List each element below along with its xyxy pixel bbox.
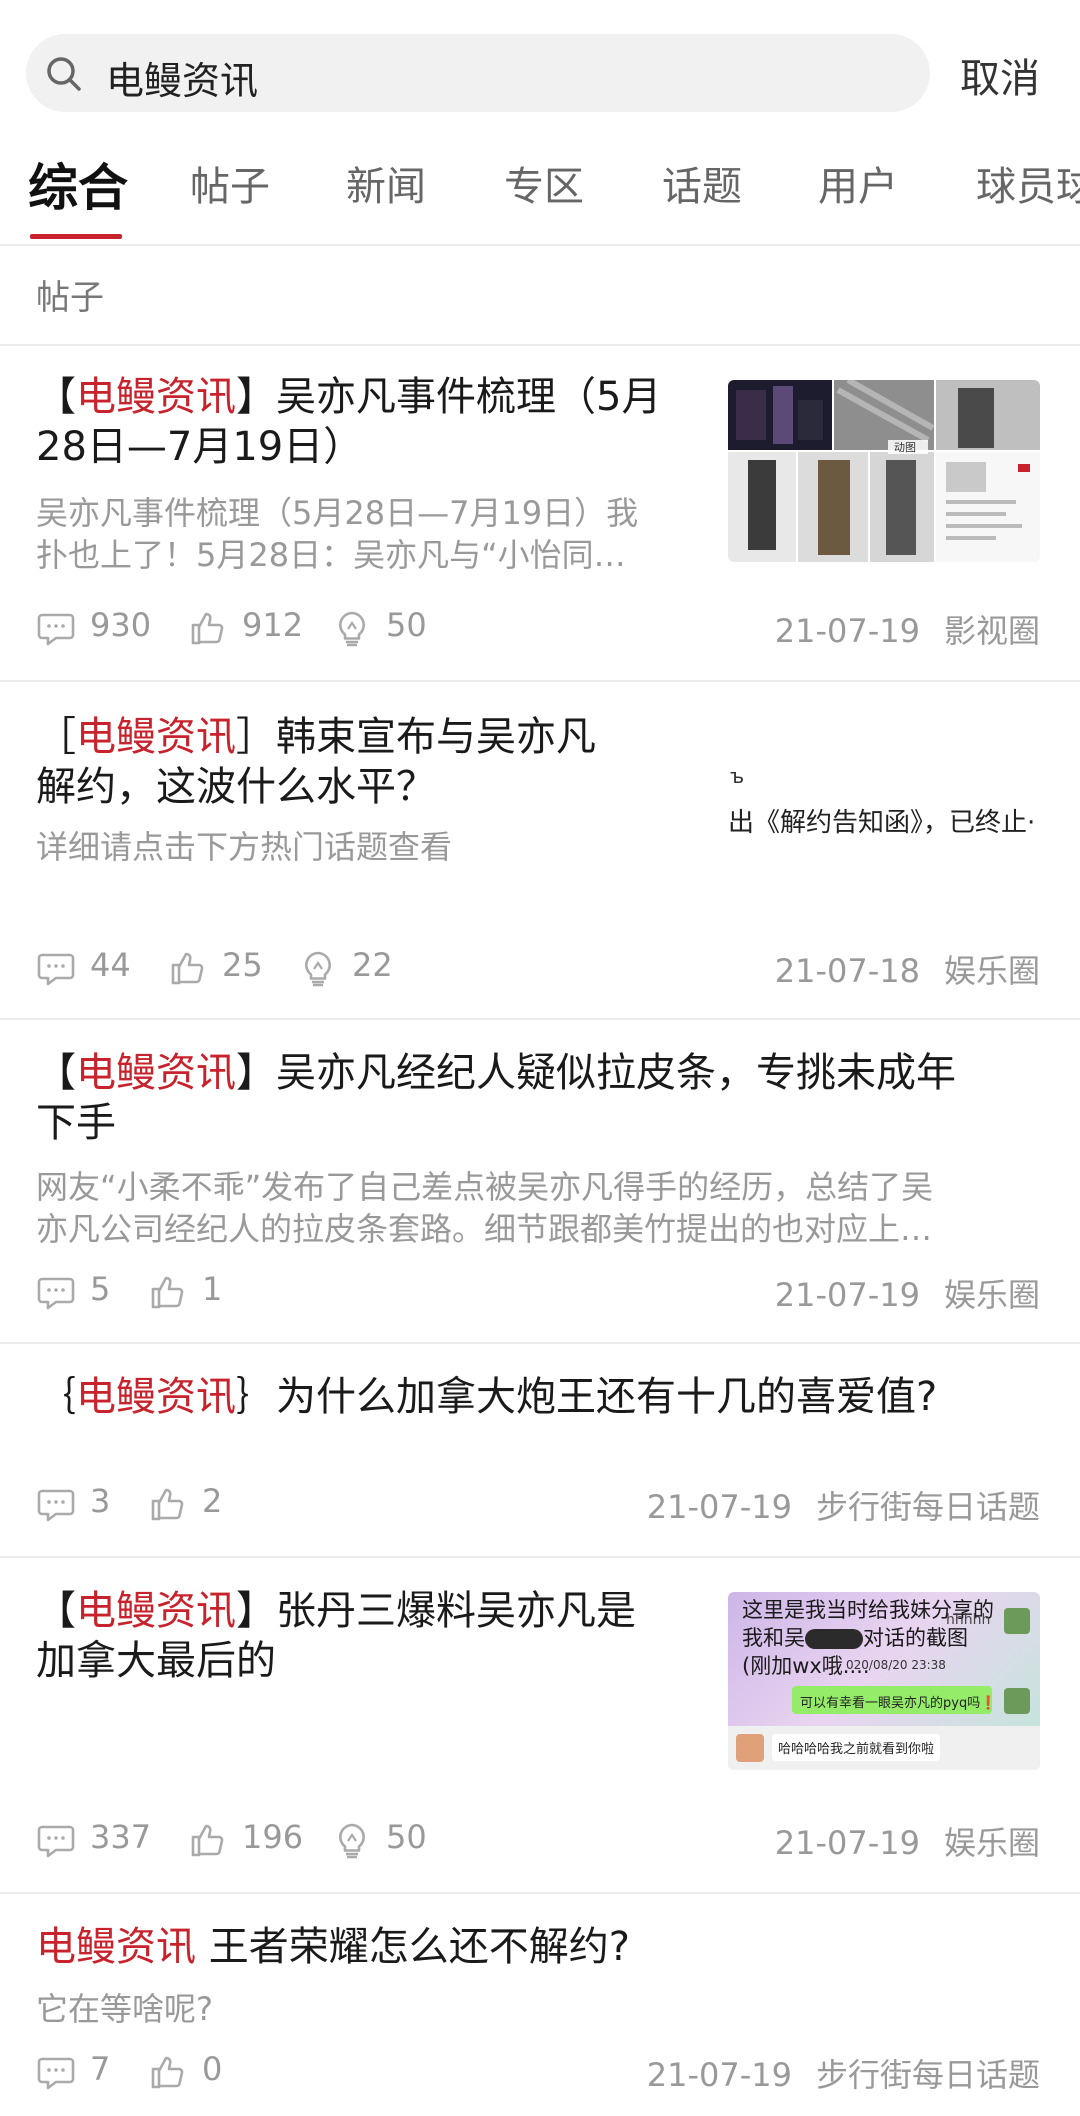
tab-topics[interactable]: 话题 — [662, 154, 742, 212]
comment-icon — [36, 1272, 76, 1312]
post-tag: 电鳗资讯 — [76, 374, 236, 420]
post-title: ｛电鳗资讯｝为什么加拿大炮王还有十几的喜爱值? — [36, 1374, 938, 1420]
post-item[interactable]: 【电鳗资讯】张丹三爆料吴亦凡是 加拿大最后的 这里是我当时给我妹分享的 我和吴对… — [0, 1558, 1080, 1894]
post-tag: 电鳗资讯 — [76, 1050, 236, 1096]
post-date: 21-07-19 — [774, 1276, 920, 1314]
post-meta: 21-07-19 影视圈 — [775, 606, 1040, 652]
post-tag: 电鳗资讯 — [76, 1374, 236, 1420]
post-circle: 娱乐圈 — [943, 1824, 1040, 1862]
cancel-button[interactable]: 取消 — [960, 46, 1040, 104]
comment-icon — [36, 608, 76, 648]
post-excerpt: 吴亦凡事件梳理（5月28日—7月19日）我 扑也上了！5月28日：吴亦凡与“小怡同… — [36, 494, 639, 574]
post-stats: 3 2 — [36, 1480, 336, 1524]
post-stats: 5 1 — [36, 1268, 336, 1312]
post-stats: 337 196 50 — [36, 1816, 436, 1860]
post-excerpt: 网友“小柔不乖”发布了自己差点被吴亦凡得手的经历，总结了吴 亦凡公司经纪人的拉皮条… — [36, 1168, 934, 1248]
post-thumbnail[interactable]: 这里是我当时给我妹分享的 我和吴 对话的截图 (刚加wx哦.... hhhhh 0… — [728, 1592, 1040, 1770]
post-date: 21-07-19 — [646, 1488, 792, 1526]
post-date: 21-07-18 — [774, 952, 920, 990]
post-date: 21-07-19 — [646, 2056, 792, 2094]
section-title: 帖子 — [36, 278, 104, 318]
search-icon — [47, 57, 81, 91]
post-title: 【电鳗资讯】吴亦凡经纪人疑似拉皮条，专挑未成年 下手 — [36, 1050, 956, 1146]
comment-icon — [36, 1484, 76, 1524]
post-stats: 930 912 50 — [36, 604, 436, 648]
post-circle: 步行街每日话题 — [815, 1488, 1040, 1526]
post-excerpt: 详细请点击下方热门话题查看 — [36, 828, 453, 866]
active-tab-indicator — [30, 234, 122, 239]
search-query: 电鳗资讯 — [106, 59, 259, 103]
tab-bar: 综合 帖子 新闻 专区 话题 用户 球员球 — [0, 148, 1080, 246]
tab-zone[interactable]: 专区 — [504, 154, 584, 212]
avatar — [736, 1734, 764, 1762]
chat-bubble: 可以有幸看一眼吴亦凡的pyq吗❗ — [792, 1686, 996, 1714]
post-date: 21-07-19 — [774, 1824, 920, 1862]
tab-posts[interactable]: 帖子 — [190, 154, 270, 212]
post-title: ［电鳗资讯］韩束宣布与吴亦凡 解约，这波什么水平？ — [36, 714, 596, 810]
post-circle: 娱乐圈 — [943, 1276, 1040, 1314]
post-tag: 电鳗资讯 — [76, 714, 236, 760]
comment-icon — [36, 2052, 76, 2092]
thumb-text: 出《解约告知函》，已终止· — [728, 808, 1036, 838]
chat-reply-row: 哈哈哈哈我之前就看到你啦 — [728, 1726, 1040, 1770]
post-thumbnail[interactable]: ъ 出《解约告知函》，已终止· — [728, 754, 1040, 874]
post-tag: 电鳗资讯 — [76, 1588, 236, 1634]
post-circle: 步行街每日话题 — [815, 2056, 1040, 2094]
post-item[interactable]: ｛电鳗资讯｝为什么加拿大炮王还有十几的喜爱值? 3 2 21-07-19 步行街每… — [0, 1344, 1080, 1558]
post-stats: 7 0 — [36, 2048, 336, 2092]
post-item[interactable]: 电鳗资讯 王者荣耀怎么还不解约? 它在等啥呢? 7 0 21-07-19 步行街每… — [0, 1894, 1080, 2116]
post-thumbnail[interactable]: 动图 — [728, 380, 1040, 562]
search-input[interactable]: 电鳗资讯 — [26, 34, 930, 112]
post-title: 【电鳗资讯】张丹三爆料吴亦凡是 加拿大最后的 — [36, 1588, 636, 1684]
post-meta: 21-07-19 步行街每日话题 — [647, 1482, 1040, 1528]
post-tag: 电鳗资讯 — [36, 1924, 196, 1970]
thumbs-up-icon — [188, 1820, 228, 1860]
lightbulb-icon — [332, 1820, 372, 1860]
thumbs-up-icon — [168, 948, 208, 988]
thumbs-up-icon — [148, 2052, 188, 2092]
thumb-mark: ъ — [730, 764, 745, 788]
tab-news[interactable]: 新闻 — [346, 154, 426, 212]
post-circle: 影视圈 — [943, 612, 1040, 650]
post-stats: 44 25 22 — [36, 944, 436, 988]
lightbulb-icon — [298, 948, 338, 988]
thumbs-up-icon — [188, 608, 228, 648]
chat-hhh: hhhhh — [946, 1612, 991, 1628]
post-circle: 娱乐圈 — [943, 952, 1040, 990]
tab-all[interactable]: 综合 — [28, 148, 128, 220]
tab-users[interactable]: 用户 — [818, 154, 898, 212]
thumbs-up-icon — [148, 1484, 188, 1524]
post-item[interactable]: 【电鳗资讯】吴亦凡事件梳理（5月 28日—7月19日） 吴亦凡事件梳理（5月28… — [0, 346, 1080, 682]
post-meta: 21-07-19 步行街每日话题 — [647, 2050, 1040, 2096]
avatar — [1004, 1688, 1030, 1714]
post-title: 电鳗资讯 王者荣耀怎么还不解约? — [36, 1924, 630, 1970]
lightbulb-icon — [332, 608, 372, 648]
thumb-label: 动图 — [894, 441, 916, 454]
comment-icon — [36, 1820, 76, 1860]
comment-icon — [36, 948, 76, 988]
post-date: 21-07-19 — [774, 612, 920, 650]
post-meta: 21-07-19 娱乐圈 — [775, 1270, 1040, 1316]
thumbs-up-icon — [148, 1272, 188, 1312]
post-meta: 21-07-18 娱乐圈 — [775, 946, 1040, 992]
top-bar: 电鳗资讯 取消 — [0, 0, 1080, 148]
avatar — [1004, 1608, 1030, 1634]
post-meta: 21-07-19 娱乐圈 — [775, 1818, 1040, 1864]
tab-players[interactable]: 球员球 — [976, 154, 1080, 212]
post-excerpt: 它在等啥呢? — [36, 1990, 213, 2028]
chat-timestamp: 020/08/20 23:38 — [846, 1658, 946, 1672]
post-item[interactable]: 【电鳗资讯】吴亦凡经纪人疑似拉皮条，专挑未成年 下手 网友“小柔不乖”发布了自己… — [0, 1020, 1080, 1344]
post-title: 【电鳗资讯】吴亦凡事件梳理（5月 28日—7月19日） — [36, 374, 662, 470]
post-item[interactable]: ［电鳗资讯］韩束宣布与吴亦凡 解约，这波什么水平？ 详细请点击下方热门话题查看 … — [0, 682, 1080, 1020]
